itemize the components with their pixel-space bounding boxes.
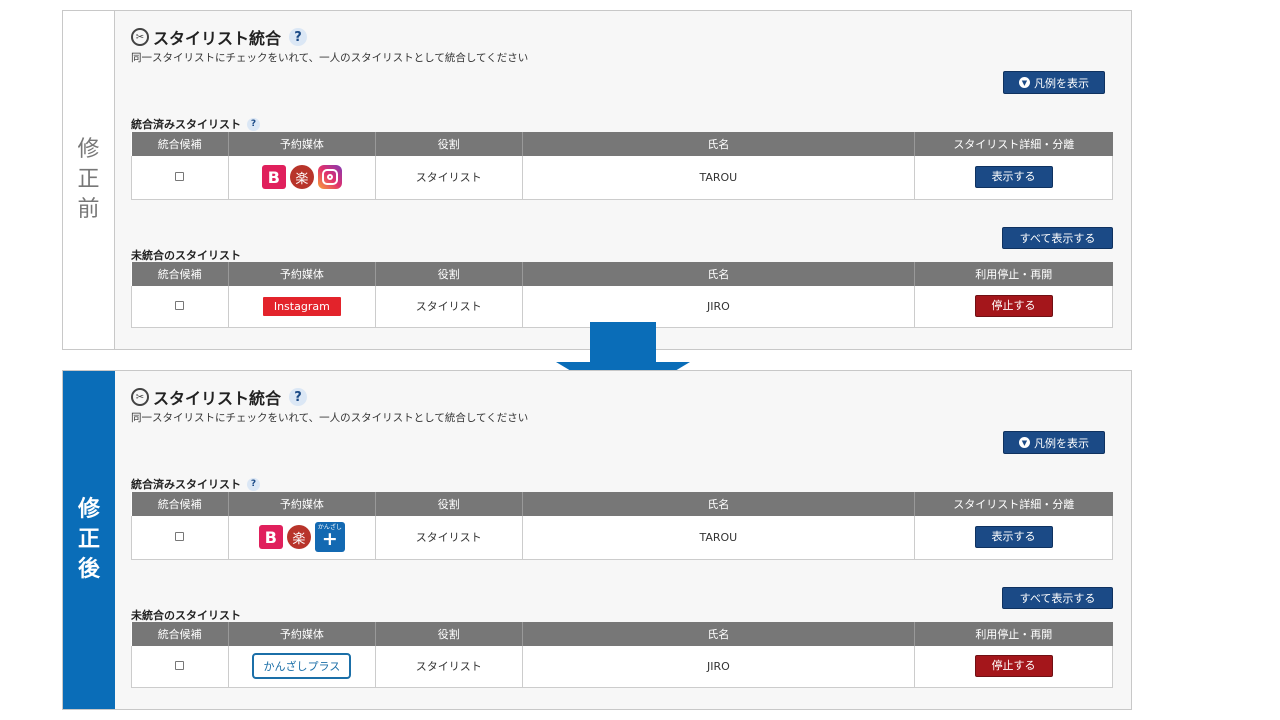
name-cell: TAROU [522,516,916,560]
unintegrated-label: 未統合のスタイリスト [131,249,241,262]
integrated-label: 統合済みスタイリスト ? [131,476,260,492]
unintegrated-table: 統合候補 予約媒体 役割 氏名 利用停止・再開 かんざしプラス スタイリスト J… [131,622,1113,688]
role-cell: スタイリスト [375,516,523,560]
column-header: 役割 [375,622,523,646]
chevron-down-icon: ▼ [1019,77,1030,88]
role-cell: スタイリスト [375,286,523,328]
kanzashi-plus-icon: かんざし + [314,522,345,553]
before-content: ✂ スタイリスト統合 ? 同一スタイリストにチェックをいれて、一人のスタイリスト… [115,11,1131,349]
description: 同一スタイリストにチェックをいれて、一人のスタイリストとして統合してください [131,52,529,64]
help-icon[interactable]: ? [289,388,308,406]
candidate-checkbox[interactable] [175,171,185,181]
media-icons: B 楽 [261,165,342,190]
instagram-tag: Instagram [262,296,341,316]
column-header: 予約媒体 [228,492,376,516]
stop-button[interactable]: 停止する [974,295,1053,318]
show-detail-button[interactable]: 表示する [974,526,1053,549]
show-detail-button[interactable]: 表示する [974,166,1053,189]
column-header: 予約媒体 [228,622,376,646]
column-header: 役割 [375,262,523,286]
stop-button[interactable]: 停止する [974,655,1053,678]
column-header: 利用停止・再開 [914,262,1113,286]
column-header: 氏名 [522,132,916,156]
integrated-table: 統合候補 予約媒体 役割 氏名 スタイリスト詳細・分離 B 楽 かんざし + ス… [131,492,1113,560]
column-header: スタイリスト詳細・分離 [914,132,1113,156]
after-panel: 修 正 後 ✂ スタイリスト統合 ? 同一スタイリストにチェックをいれて、一人の… [62,370,1132,710]
table-row: B 楽 スタイリスト TAROU 表示する [131,156,1113,200]
show-all-button[interactable]: すべて表示する [1002,587,1113,609]
rakuten-icon: 楽 [289,165,314,190]
table-row: かんざしプラス スタイリスト JIRO 停止する [131,646,1113,688]
candidate-checkbox[interactable] [175,660,185,670]
section-title: ✂ スタイリスト統合 ? [131,25,308,49]
help-icon[interactable]: ? [247,477,260,491]
unintegrated-label: 未統合のスタイリスト [131,609,241,622]
column-header: 統合候補 [131,132,229,156]
show-all-button[interactable]: すべて表示する [1002,227,1113,249]
candidate-checkbox[interactable] [175,300,185,310]
beauty-icon: B [258,525,283,550]
legend-button[interactable]: ▼ 凡例を表示 [1003,71,1105,94]
column-header: 利用停止・再開 [914,622,1113,646]
after-content: ✂ スタイリスト統合 ? 同一スタイリストにチェックをいれて、一人のスタイリスト… [115,371,1131,709]
instagram-icon [317,165,342,190]
beauty-icon: B [261,165,286,190]
chevron-down-icon: ▼ [1019,437,1030,448]
column-header: 統合候補 [131,492,229,516]
kanzashi-plus-tag: かんざしプラス [252,653,352,680]
column-header: スタイリスト詳細・分離 [914,492,1113,516]
description: 同一スタイリストにチェックをいれて、一人のスタイリストとして統合してください [131,412,529,424]
column-header: 役割 [375,132,523,156]
column-header: 氏名 [522,262,916,286]
column-header: 統合候補 [131,622,229,646]
help-icon[interactable]: ? [247,117,260,131]
side-label-before: 修 正 前 [63,11,115,349]
table-row: Instagram スタイリスト JIRO 停止する [131,286,1113,328]
rakuten-icon: 楽 [286,525,311,550]
integrated-table: 統合候補 予約媒体 役割 氏名 スタイリスト詳細・分離 B 楽 スタイリスト T… [131,132,1113,200]
integrated-label: 統合済みスタイリスト ? [131,116,260,132]
column-header: 予約媒体 [228,132,376,156]
name-cell: JIRO [522,646,916,688]
table-row: B 楽 かんざし + スタイリスト TAROU 表示する [131,516,1113,560]
section-title: ✂ スタイリスト統合 ? [131,385,308,409]
page-title: スタイリスト統合 [153,29,282,48]
role-cell: スタイリスト [375,156,523,200]
stylist-icon: ✂ [131,388,149,406]
page-title: スタイリスト統合 [153,389,282,408]
before-panel: 修 正 前 ✂ スタイリスト統合 ? 同一スタイリストにチェックをいれて、一人の… [62,10,1132,350]
name-cell: TAROU [522,156,916,200]
column-header: 予約媒体 [228,262,376,286]
column-header: 統合候補 [131,262,229,286]
unintegrated-table: 統合候補 予約媒体 役割 氏名 利用停止・再開 Instagram スタイリスト… [131,262,1113,328]
candidate-checkbox[interactable] [175,531,185,541]
stylist-icon: ✂ [131,28,149,46]
help-icon[interactable]: ? [289,28,308,46]
column-header: 氏名 [522,492,916,516]
role-cell: スタイリスト [375,646,523,688]
media-icons: B 楽 かんざし + [258,522,345,553]
name-cell: JIRO [522,286,916,328]
column-header: 氏名 [522,622,916,646]
column-header: 役割 [375,492,523,516]
legend-button[interactable]: ▼ 凡例を表示 [1003,431,1105,454]
side-label-after: 修 正 後 [63,371,115,709]
